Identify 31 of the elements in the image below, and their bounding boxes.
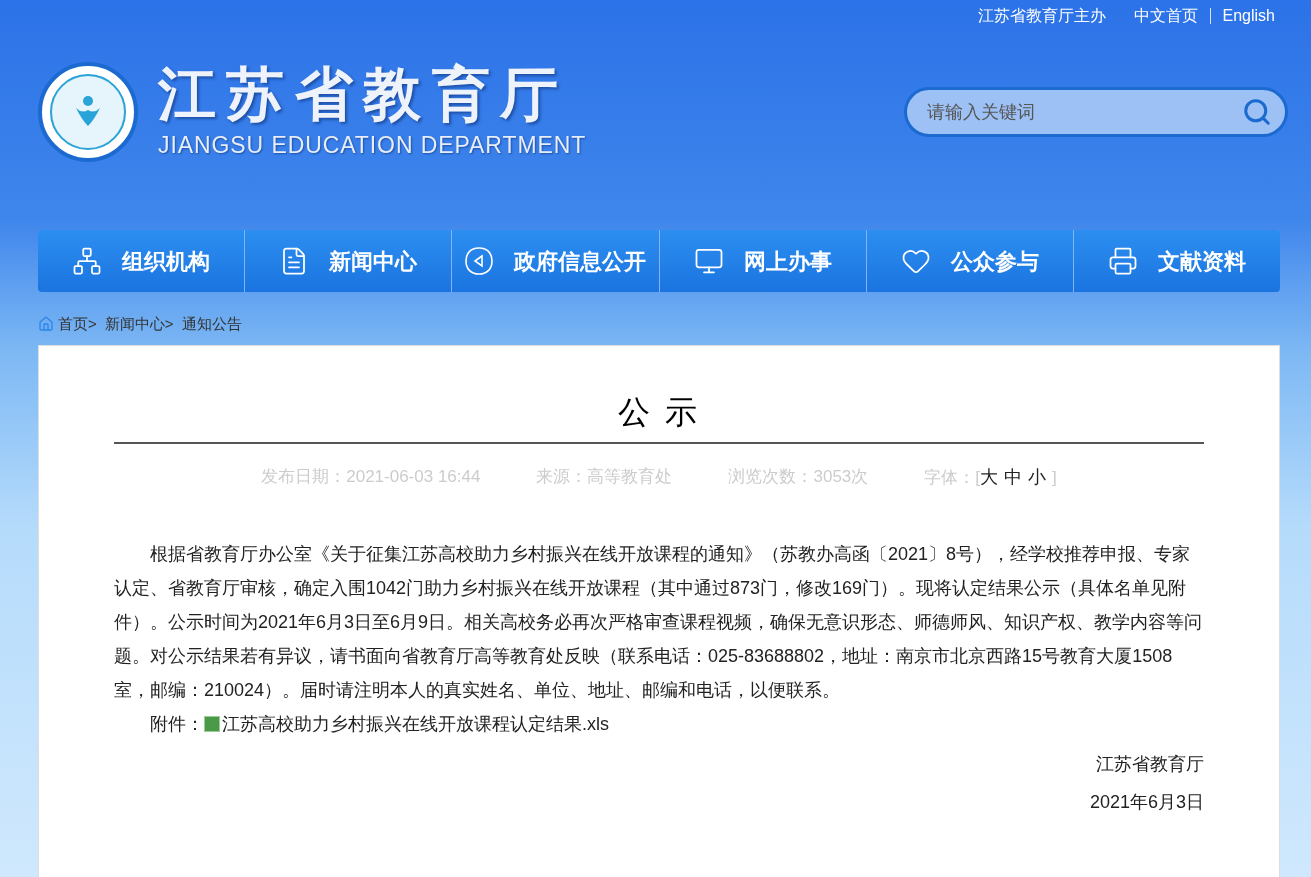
- font-size-link[interactable]: 小: [1028, 464, 1047, 491]
- article-body: 根据省教育厅办公室《关于征集江苏高校助力乡村振兴在线开放课程的通知》（苏教办高函〔2021〕8号），经学校推荐申报、专家认定、省教育厅审核，确定入围1042门助力乡村振兴在线开放课程（其中通过873门，修改169门）。现将认定结果公示（具体名单见附件）。公示时间为2021年6月3日至6月9日。相关高校务必再次严格审查课程视频，确保无意识形态、师德师风、知识产权、教学内容等问题。对公示结果若有异议，请书面向省教育厅高等教育处反映（联系电话：025-83688802，地址：南京市北京西路15号教育大厦1508室，邮编：210024）。届时请注明本人的真实姓名、单位、地址、邮编和电话，以便联系。: [114, 543, 1204, 702]
- nav-item[interactable]: 公众参与: [865, 230, 1073, 292]
- site-title: 江苏省教育厅: [158, 64, 570, 123]
- nav-item[interactable]: 网上办事: [658, 230, 866, 292]
- monitor-icon: [693, 246, 724, 276]
- search-icon[interactable]: [1242, 97, 1272, 127]
- org-chart-icon: [72, 246, 103, 276]
- breadcrumb-link[interactable]: 通知公告: [181, 312, 242, 336]
- signature-text: 2021年6月3日: [1089, 791, 1204, 814]
- top-link[interactable]: English: [1222, 4, 1275, 28]
- nav-item[interactable]: 文献资料: [1072, 230, 1281, 292]
- signature-text: 江苏省教育厅: [1096, 753, 1204, 776]
- bracket-text: ]: [1052, 466, 1057, 489]
- nav-item[interactable]: 政府信息公开: [451, 230, 659, 292]
- breadcrumb-link[interactable]: 首页>: [58, 312, 97, 336]
- attachment-label: 附件：: [150, 713, 204, 736]
- spreadsheet-icon: [204, 716, 220, 732]
- breadcrumb-link[interactable]: 新闻中心>: [104, 312, 174, 336]
- font-size-link[interactable]: 大: [980, 464, 999, 491]
- nav-item[interactable]: 组织机构: [38, 230, 245, 292]
- sponsor-text: 江苏省教育厅主办: [977, 6, 1106, 26]
- attachment-link[interactable]: 江苏高校助力乡村振兴在线开放课程认定结果.xls: [222, 707, 609, 741]
- font-size-link[interactable]: 中: [1004, 464, 1023, 491]
- article-title: 公 示: [616, 396, 702, 432]
- nav-item[interactable]: 新闻中心: [244, 230, 452, 292]
- top-link[interactable]: 中文首页: [1133, 4, 1198, 28]
- printer-icon: [1107, 246, 1138, 276]
- search-field[interactable]: 请输入关键词: [904, 87, 1288, 137]
- home-icon: [38, 316, 54, 332]
- site-subtitle: JIANGSU EDUCATION DEPARTMENT: [158, 130, 587, 160]
